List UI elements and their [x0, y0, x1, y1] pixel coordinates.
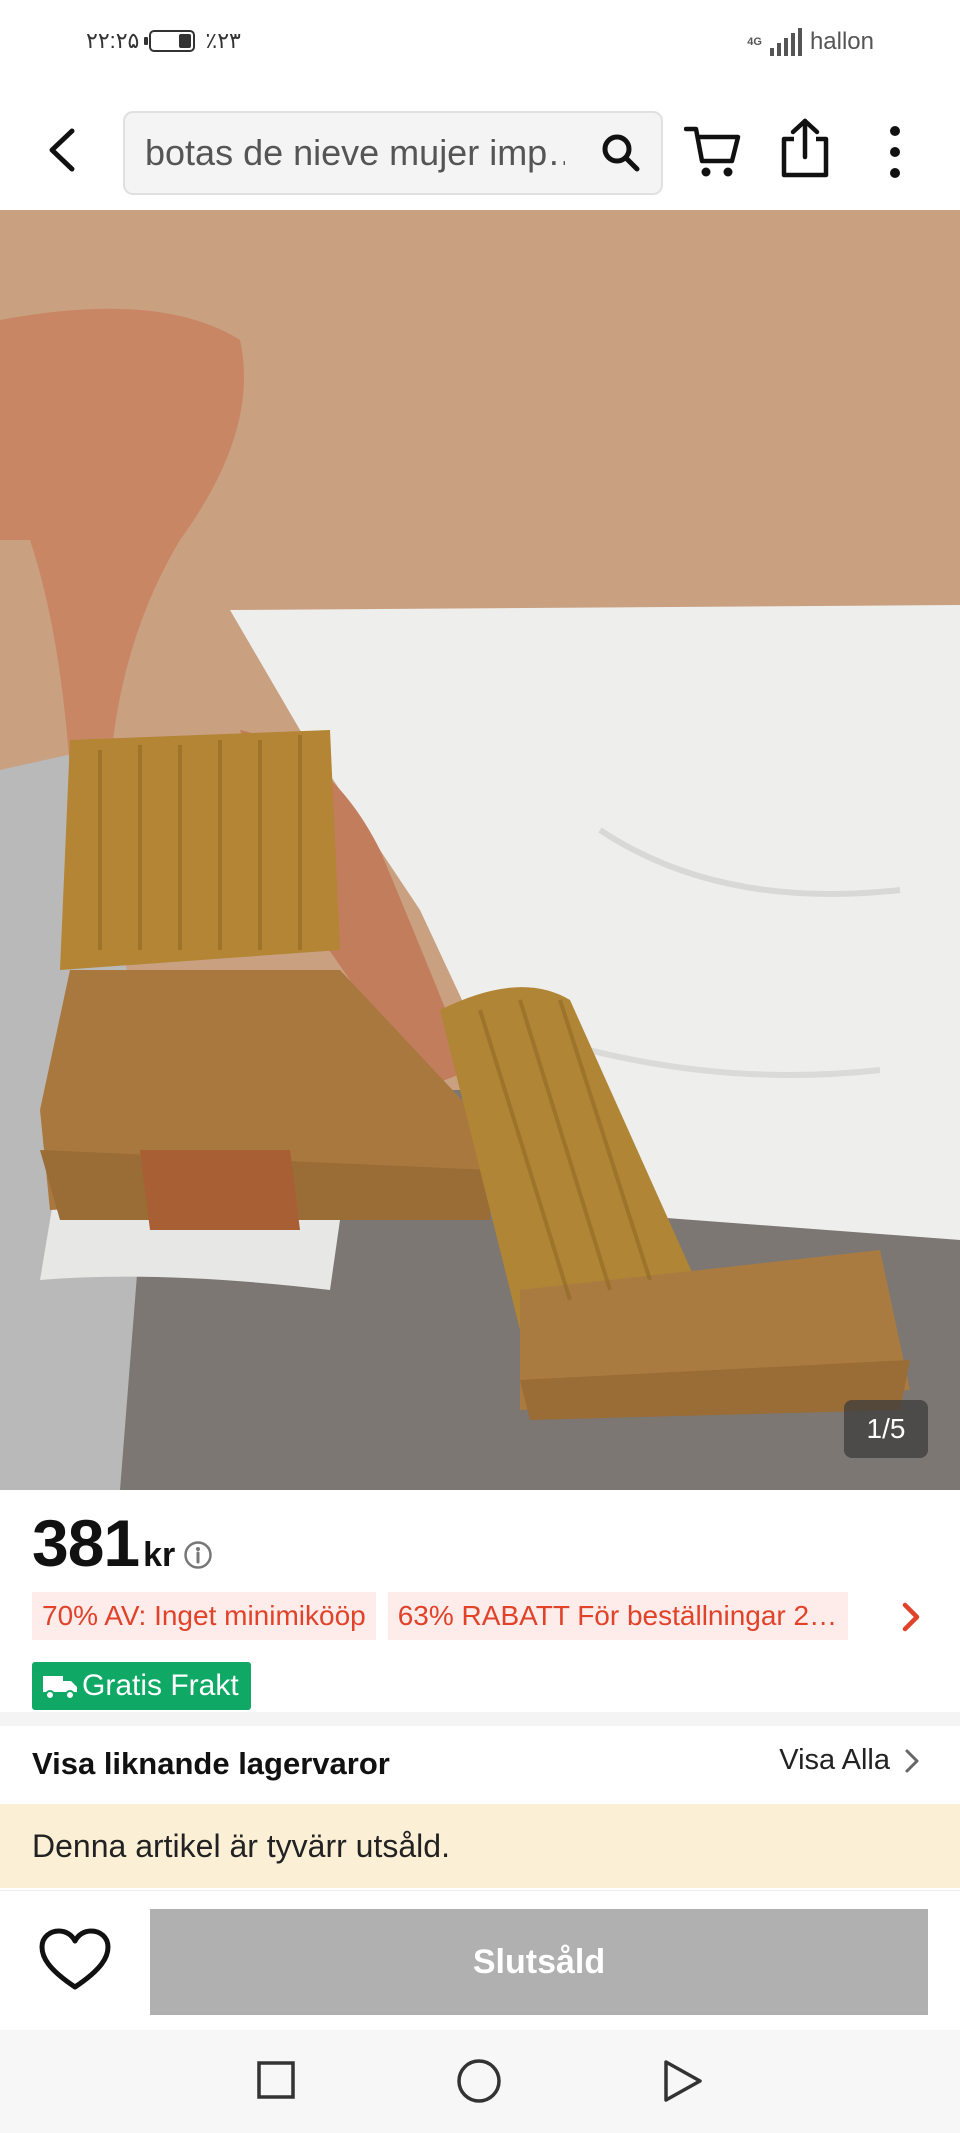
- soldout-message: Denna artikel är tyvärr utsåld.: [32, 1828, 450, 1864]
- top-navigation: [0, 95, 960, 210]
- info-icon[interactable]: [183, 1540, 213, 1570]
- search-bar[interactable]: [123, 111, 663, 195]
- network-type: 4G: [747, 35, 762, 48]
- product-photo: [0, 210, 960, 1490]
- similar-items-section: Visa liknande lagervaror Visa Alla: [0, 1726, 960, 1804]
- section-divider: [0, 1712, 960, 1726]
- chevron-right-icon: [905, 1749, 919, 1772]
- bottom-action-bar: Slutsåld: [0, 1890, 960, 2031]
- search-input[interactable]: [145, 113, 565, 193]
- clock: ۲۲:۲۵: [86, 28, 140, 53]
- more-vertical-icon[interactable]: [878, 123, 912, 181]
- status-bar: ۲۲:۲۵ ٪۲۳ 4G hallon: [0, 0, 960, 95]
- price: 381: [32, 1506, 140, 1580]
- view-all-label[interactable]: Visa Alla: [779, 1744, 890, 1777]
- carrier-name: hallon: [809, 28, 874, 55]
- image-counter: 1/5: [844, 1400, 928, 1458]
- currency: kr: [143, 1536, 176, 1574]
- similar-items-title: Visa liknande lagervaror: [32, 1746, 390, 1781]
- soldout-button[interactable]: Slutsåld: [150, 1909, 928, 2015]
- status-left: ۲۲:۲۵ ٪۲۳: [86, 28, 241, 54]
- signal-icon: [769, 28, 802, 56]
- price-row: 381 kr: [32, 1505, 213, 1581]
- product-image-gallery[interactable]: 1/5: [0, 210, 960, 1490]
- home-icon[interactable]: [456, 2058, 502, 2104]
- promotion-tags[interactable]: 70% AV: Inget minimikööp 63% RABATT För …: [32, 1592, 848, 1640]
- free-shipping-label: Gratis Frakt: [82, 1669, 239, 1702]
- free-shipping-badge: Gratis Frakt: [32, 1662, 251, 1710]
- status-right: 4G hallon: [747, 28, 874, 56]
- system-navigation-bar: [0, 2030, 960, 2133]
- search-icon[interactable]: [601, 133, 641, 173]
- chevron-right-icon[interactable]: [896, 1600, 926, 1634]
- recent-apps-icon[interactable]: [256, 2060, 296, 2100]
- promo-tag[interactable]: 63% RABATT För beställningar 27…: [387, 1592, 848, 1640]
- soldout-notice: Denna artikel är tyvärr utsåld.: [0, 1804, 960, 1888]
- battery-percent: ٪۲۳: [205, 28, 241, 53]
- back-arrow-icon[interactable]: [40, 125, 90, 175]
- view-all-link[interactable]: Visa Alla: [779, 1744, 920, 1777]
- back-triangle-icon[interactable]: [660, 2058, 704, 2104]
- share-icon[interactable]: [778, 117, 832, 179]
- truck-icon: [43, 1676, 77, 1700]
- promo-tag[interactable]: 70% AV: Inget minimikööp: [32, 1592, 376, 1640]
- heart-icon[interactable]: [38, 1927, 112, 1993]
- cart-icon[interactable]: [684, 123, 742, 181]
- battery-icon: [144, 30, 196, 52]
